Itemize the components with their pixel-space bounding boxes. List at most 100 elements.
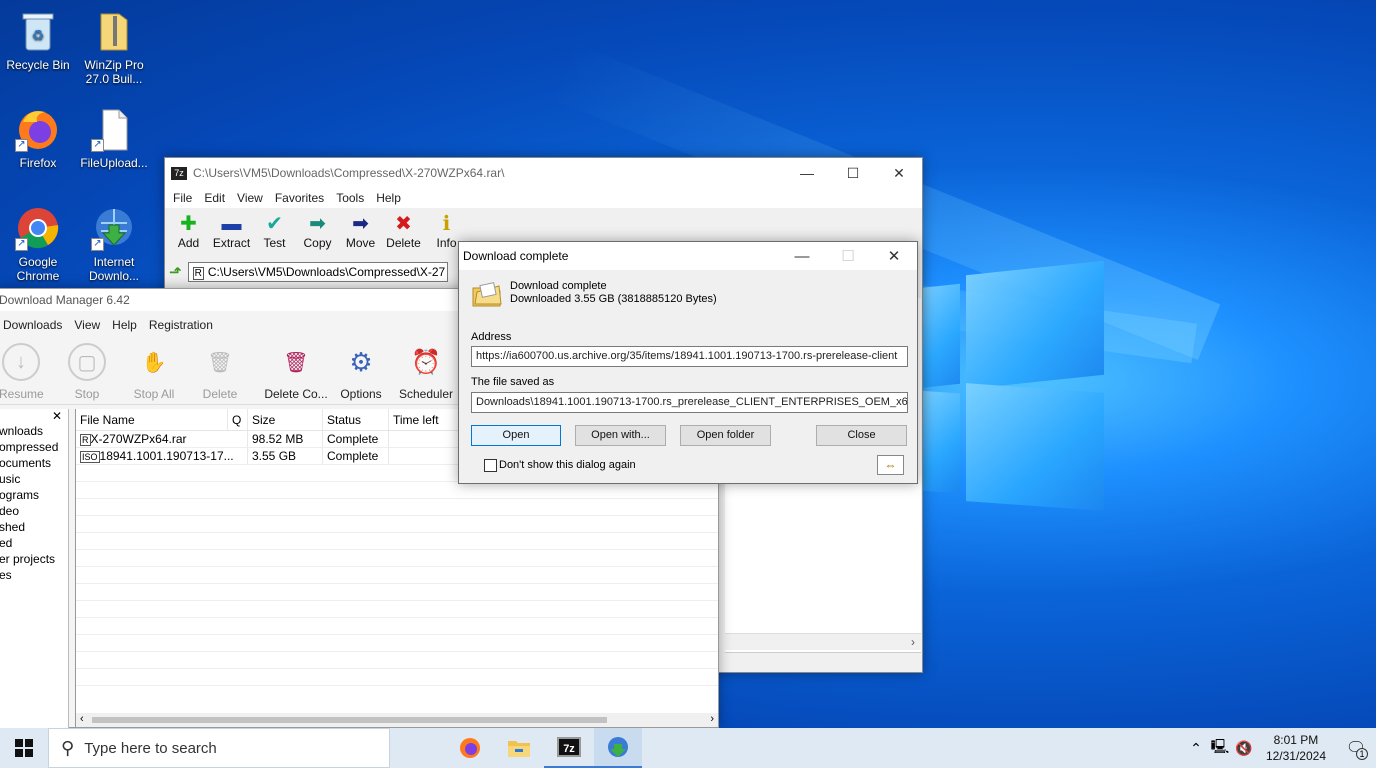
minimize-button[interactable]: — <box>779 242 825 270</box>
taskbar-search-box[interactable]: ⚲ Type here to search <box>48 728 390 768</box>
copy-arrow-icon: ➡ <box>309 213 326 235</box>
saved-path-field[interactable]: Downloads\18941.1001.190713-1700.rs_prer… <box>471 392 908 413</box>
category-item[interactable]: ompressed <box>0 439 68 455</box>
column-queue[interactable]: Q <box>228 409 248 430</box>
menu-file[interactable]: File <box>167 191 198 205</box>
address-field[interactable]: https://ia600700.us.archive.org/35/items… <box>471 346 908 367</box>
system-clock[interactable]: 8:01 PM 12/31/2024 <box>1256 732 1336 764</box>
notifications-button[interactable]: 🗨 1 <box>1336 728 1376 768</box>
scroll-left-icon[interactable]: ‹ <box>80 713 84 725</box>
taskbar-7zip[interactable]: 7z <box>544 728 594 768</box>
menu-view[interactable]: View <box>231 191 269 205</box>
menu-registration[interactable]: Registration <box>143 318 219 332</box>
extract-button[interactable]: ▬ Extract <box>210 212 253 260</box>
category-item[interactable]: es <box>0 567 68 583</box>
download-complete-dialog[interactable]: Download complete — ☐ ✕ Download complet… <box>458 241 918 484</box>
delete-label: Delete <box>202 387 238 401</box>
stop-button[interactable]: ▢ Stop <box>43 343 131 404</box>
dont-show-checkbox[interactable] <box>484 459 497 472</box>
close-button[interactable]: ✕ <box>871 242 917 270</box>
test-button[interactable]: ✔ Test <box>253 212 296 260</box>
close-dialog-button[interactable]: Close <box>816 425 907 446</box>
7zip-path-text: C:\Users\VM5\Downloads\Compressed\X-27 <box>207 265 446 279</box>
taskbar-firefox[interactable] <box>446 728 494 768</box>
menu-help[interactable]: Help <box>370 191 407 205</box>
7zip-horizontal-scrollbar[interactable]: › <box>725 633 921 650</box>
7zip-title: C:\Users\VM5\Downloads\Compressed\X-270W… <box>193 166 505 180</box>
status-cell: Complete <box>323 448 389 464</box>
delete-x-icon: ✖ <box>395 213 412 235</box>
column-file-name[interactable]: File Name <box>76 409 228 430</box>
delete-button[interactable]: ✖ Delete <box>382 212 425 260</box>
minimize-button[interactable]: — <box>784 158 830 188</box>
taskbar-idm[interactable] <box>594 728 642 768</box>
clock-date: 12/31/2024 <box>1265 749 1326 763</box>
trash-icon: 🗑 <box>207 351 233 374</box>
idm-category-tree[interactable]: ✕ wnloads ompressed ocuments usic ograms… <box>0 409 69 729</box>
desktop-icon-firefox[interactable]: ↗ Firefox <box>0 106 76 170</box>
7zip-path-field[interactable]: R C:\Users\VM5\Downloads\Compressed\X-27 <box>187 262 448 282</box>
folder-icon <box>91 8 137 54</box>
expand-details-icon[interactable]: ⇔ <box>877 455 904 475</box>
delete-button[interactable]: 🗑 Delete <box>177 343 263 404</box>
up-folder-icon[interactable]: ⬏ <box>169 263 182 281</box>
open-folder-button[interactable]: Open folder <box>680 425 771 446</box>
menu-help[interactable]: Help <box>106 318 143 332</box>
scroll-right-icon[interactable]: › <box>710 713 714 725</box>
category-item[interactable]: ocuments <box>0 455 68 471</box>
volume-muted-icon[interactable]: 🔇 <box>1232 728 1256 768</box>
options-button[interactable]: ⚙ Options <box>329 343 393 404</box>
taskbar: ⚲ Type here to search 7z ⌃ 🖳 🔇 8:01 PM 1… <box>0 728 1376 768</box>
menu-view[interactable]: View <box>68 318 106 332</box>
menu-edit[interactable]: Edit <box>198 191 231 205</box>
menu-downloads[interactable]: Downloads <box>1 318 68 332</box>
start-button[interactable] <box>0 728 48 768</box>
category-item[interactable]: ed <box>0 535 68 551</box>
add-button[interactable]: ✚ Add <box>167 212 210 260</box>
menu-favorites[interactable]: Favorites <box>269 191 330 205</box>
taskbar-file-explorer[interactable] <box>494 728 544 768</box>
downloaded-size-text: Downloaded 3.55 GB (3818885120 Bytes) <box>510 293 717 305</box>
move-button[interactable]: ➡ Move <box>339 212 382 260</box>
scheduler-button[interactable]: ⏰ Scheduler <box>393 343 459 404</box>
delete-completed-button[interactable]: 🗑 Delete Co... <box>263 343 329 404</box>
desktop-icon-recycle-bin[interactable]: ♻ Recycle Bin <box>0 8 76 72</box>
category-item[interactable]: er projects <box>0 551 68 567</box>
desktop-icon-idm[interactable]: ↗ Internet Downlo... <box>76 205 152 283</box>
7zip-titlebar[interactable]: 7z C:\Users\VM5\Downloads\Compressed\X-2… <box>165 158 922 188</box>
column-size[interactable]: Size <box>248 409 323 430</box>
file-name-text: 18941.1001.190713-17... <box>99 449 234 463</box>
scheduler-label: Scheduler <box>398 387 454 401</box>
category-item[interactable]: usic <box>0 471 68 487</box>
category-item[interactable]: wnloads <box>0 423 68 439</box>
test-label: Test <box>263 236 286 250</box>
network-icon[interactable]: 🖳 <box>1208 728 1232 768</box>
resume-button[interactable]: ↓ Resume <box>0 343 44 404</box>
menu-tools[interactable]: Tools <box>330 191 370 205</box>
desktop-icon-chrome[interactable]: ↗ Google Chrome <box>0 205 76 283</box>
column-status[interactable]: Status <box>323 409 389 430</box>
size-cell: 3.55 GB <box>248 448 323 464</box>
resume-label: Resume <box>0 387 44 401</box>
column-time-left[interactable]: Time left <box>389 409 465 430</box>
open-with-button[interactable]: Open with... <box>575 425 666 446</box>
desktop-icon-fileupload[interactable]: ↗ FileUpload... <box>76 106 152 170</box>
idm-horizontal-scrollbar[interactable]: ‹ › <box>76 713 718 727</box>
desktop-icon-winzip[interactable]: WinZip Pro 27.0 Buil... <box>76 8 152 86</box>
open-button[interactable]: Open <box>471 425 561 446</box>
maximize-button[interactable]: ☐ <box>825 242 871 270</box>
gear-icon: ⚙ <box>349 346 373 377</box>
scroll-right-icon[interactable]: › <box>911 635 915 649</box>
firefox-icon <box>460 738 480 758</box>
dialog-titlebar[interactable]: Download complete — ☐ ✕ <box>459 242 917 270</box>
category-item[interactable]: deo <box>0 503 68 519</box>
show-hidden-icons-chevron-icon[interactable]: ⌃ <box>1184 728 1208 768</box>
close-button[interactable]: ✕ <box>876 158 922 188</box>
maximize-button[interactable]: ☐ <box>830 158 876 188</box>
category-item[interactable]: ograms <box>0 487 68 503</box>
copy-button[interactable]: ➡ Copy <box>296 212 339 260</box>
stop-all-button[interactable]: ✋ Stop All <box>131 343 177 404</box>
scrollbar-thumb[interactable] <box>92 717 607 723</box>
category-item[interactable]: shed <box>0 519 68 535</box>
close-tree-icon[interactable]: ✕ <box>0 409 68 423</box>
